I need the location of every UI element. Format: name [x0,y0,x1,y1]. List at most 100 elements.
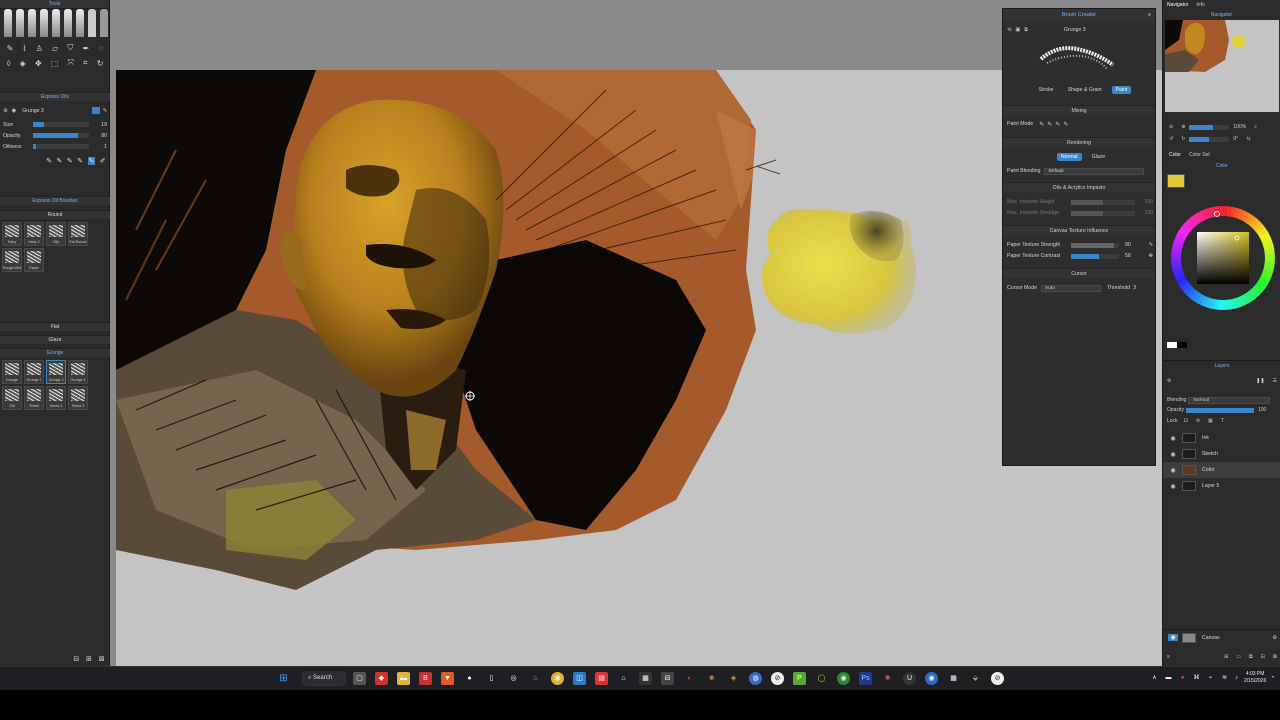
app-icon-4[interactable]: ⌂ [617,672,630,685]
impasto-section[interactable]: Oils & Acrylics Impasto [1003,182,1155,192]
tab-paint[interactable]: Paint [1111,86,1132,94]
lasso-icon[interactable]: ◌ [99,44,104,53]
app-icon-5[interactable]: ▦ [639,672,652,685]
new-group-icon[interactable]: ▭ [1232,654,1245,660]
current-color-swatch[interactable] [1167,174,1185,188]
ghost-app-icon[interactable]: ● [463,672,476,685]
delete-brush-icon[interactable]: ⊠ [99,655,105,663]
copy-icon[interactable]: ⧉ [1024,27,1028,34]
new-brush-icon[interactable]: ⊟ [73,655,79,663]
app-icon-2[interactable]: ◫ [573,672,586,685]
task-view-icon[interactable]: ▢ [353,672,366,685]
shield-app-icon[interactable]: ◆ [375,672,388,685]
zoom-fit-icon[interactable]: ⌕ [1250,124,1261,130]
brush-thumb[interactable]: Fat Round [68,222,88,246]
max-impasto-height-slider[interactable] [1071,199,1135,205]
app-icon-3[interactable]: ▤ [595,672,608,685]
round-section[interactable]: Round [0,210,110,219]
tool-brush-8[interactable] [88,9,96,37]
tab-color-set[interactable]: Color Set [1185,152,1214,158]
move-icon[interactable]: ✥ [35,59,42,68]
tool-brush-rack[interactable] [4,9,108,39]
tool-brush-4[interactable] [40,9,48,37]
tray-icon-1[interactable]: ▬ [1162,672,1175,685]
app-icon-7[interactable]: ◐ [683,672,696,685]
brave-icon[interactable]: ▼ [441,672,454,685]
canvas-texture-section[interactable]: Canvas Texture Influence [1003,225,1155,235]
eye-icon[interactable]: ◉ [1168,634,1178,641]
brush-thumb[interactable]: Grunge 4 [68,360,88,384]
select-icon[interactable]: ⬚ [51,59,59,68]
brush-mode-3-icon[interactable]: ✎ [67,157,73,165]
rendering-section[interactable]: Rendering [1003,137,1155,147]
tab-shape-grain[interactable]: Shape & Grain [1064,86,1106,94]
volume-icon[interactable]: ♪ [1230,672,1243,685]
eye-icon[interactable]: ◉ [1168,483,1178,490]
layer-opacity-slider[interactable] [1185,407,1254,413]
transform-icon[interactable]: ⤧ [68,58,74,68]
app-icon-11[interactable]: ⊘ [771,672,784,685]
menu-icon[interactable]: ≡ [1148,9,1151,21]
clock[interactable]: 4:03 PM 2/15/2026 [1244,671,1266,685]
app-icon-12[interactable]: P [793,672,806,685]
brush-thumb[interactable]: Hairy 2 [24,222,44,246]
secondary-color-chip[interactable] [1177,342,1187,348]
tool-brush-6[interactable] [64,9,72,37]
brush-thumb[interactable]: Shred 3 [68,386,88,410]
duplicate-layer-icon[interactable]: ⧉ [1245,654,1257,660]
pen-icon[interactable]: ✒ [83,44,90,53]
tool-brush-2[interactable] [16,9,24,37]
oiliness-slider[interactable] [33,144,89,149]
steam-icon[interactable]: ♨ [529,672,542,685]
brush-thumb[interactable]: Rough Wet [2,248,22,272]
app-icon-13[interactable]: ◯ [815,672,828,685]
size-slider[interactable] [33,122,89,127]
brush-icon[interactable]: ⌇ [23,44,27,53]
duplicate-brush-icon[interactable]: ⊞ [86,655,92,663]
chrome-icon[interactable]: ◉ [551,672,564,685]
grunge-section[interactable]: Grunge [0,348,110,357]
tray-expand-icon[interactable]: ∧ [1148,672,1161,685]
file-explorer-icon[interactable]: ▬ [397,672,410,685]
blend-icon[interactable]: ◈ [20,59,26,68]
brush-edit-icon[interactable]: ✎ [103,108,107,114]
lock-pixels-icon[interactable]: ▦ [1204,418,1217,424]
brush-mode-4-icon[interactable]: ✎ [77,157,83,165]
app-icon-1[interactable]: ◎ [507,672,520,685]
tab-navigator[interactable]: Navigator [1163,2,1192,8]
fill-icon[interactable]: ⛉ [67,43,73,53]
app-icon-9[interactable]: ◈ [727,672,740,685]
lock-text-icon[interactable]: T [1217,418,1228,424]
settings-icon[interactable]: ◉ [12,108,17,114]
eye-icon[interactable]: ◉ [1168,467,1178,474]
tool-brush-1[interactable] [4,9,12,37]
rotation-slider[interactable] [1189,136,1230,142]
lock-alpha-icon[interactable]: ⊘ [1192,418,1204,424]
render-normal-button[interactable]: Normal [1056,153,1082,161]
tab-info[interactable]: Info [1192,2,1208,8]
layer-row[interactable]: ◉ Ink [1163,430,1280,446]
lock-icon[interactable]: ⊡ [1180,418,1192,424]
pause-icon[interactable]: ❚❚ [1252,378,1268,384]
reset-icon[interactable]: ⟲ [1007,27,1011,33]
photoshop-icon[interactable]: Ps [859,672,872,685]
cursor-section[interactable]: Cursor [1003,268,1155,278]
layers-menu-icon[interactable]: ≡ [1163,654,1174,660]
brush-mode-5-icon[interactable]: ✎ [87,157,96,165]
flip-icon[interactable]: ⇆ [1242,136,1254,142]
app-icon-17[interactable]: ◉ [925,672,938,685]
app-icon-6[interactable]: ⊟ [661,672,674,685]
layer-settings-icon[interactable]: ⚙ [1163,378,1175,384]
pencil-icon[interactable]: ✎ [7,44,14,53]
brush-thumb[interactable]: Hairy [2,222,22,246]
zoom-slider[interactable] [1189,124,1230,130]
new-layer-icon[interactable]: ⊞ [1220,654,1232,660]
brush-thumb[interactable]: Gill [2,386,22,410]
notification-icon[interactable]: ◔ [1266,672,1279,685]
paper-strength-slider[interactable] [1071,242,1119,248]
eye-icon[interactable]: ◉ [1168,451,1178,458]
gear-icon[interactable]: ⚙ [3,108,8,114]
brush-thumb[interactable]: Shred [24,386,44,410]
blending-dropdown[interactable]: Normal [1188,396,1271,404]
tab-stroke[interactable]: Stroke [1035,86,1058,94]
